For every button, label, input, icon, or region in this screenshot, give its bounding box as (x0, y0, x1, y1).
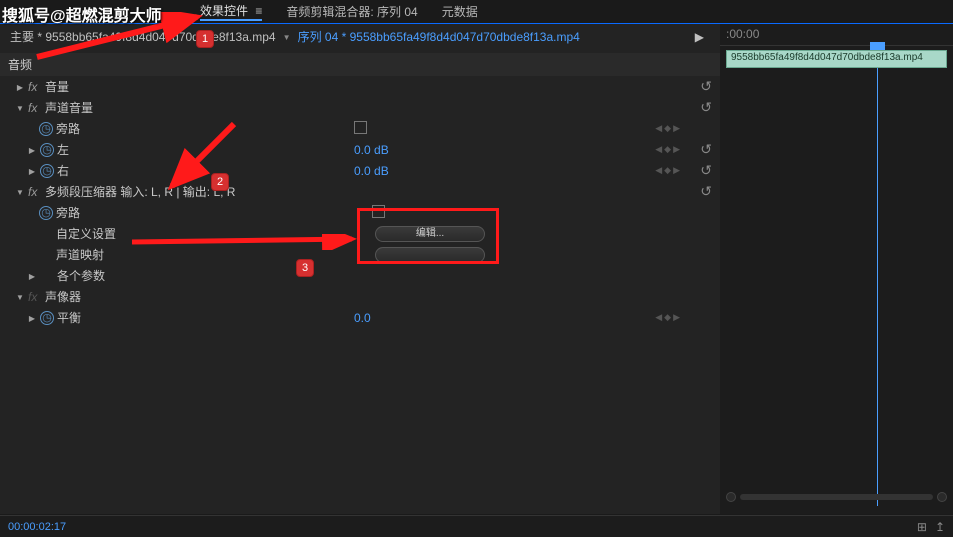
fx-channel-volume-row[interactable]: fx声道音量 (0, 97, 720, 118)
chevron-icon[interactable] (27, 145, 37, 155)
breadcrumb-main: 主要 * 9558bb65fa49f8d4d047d70dbde8f13a.mp… (10, 28, 276, 45)
fx-panner-row[interactable]: fx声像器 (0, 286, 720, 307)
chevron-icon[interactable] (15, 82, 25, 92)
timecode-display[interactable]: 00:00:02:17 (8, 521, 66, 533)
stopwatch-icon[interactable] (40, 164, 54, 178)
chevron-icon[interactable] (27, 271, 37, 281)
fx-icon[interactable]: fx (28, 185, 42, 199)
balance-row[interactable]: 平衡 0.0 ◀◆▶ (0, 307, 720, 328)
stopwatch-icon[interactable] (39, 206, 53, 220)
mini-timeline-panel: :00:00 9558bb65fa49f8d4d047d70dbde8f13a.… (720, 24, 953, 514)
breadcrumb-chevron-icon[interactable] (282, 32, 292, 42)
timeline-scrollbar[interactable] (740, 494, 933, 500)
chevron-icon[interactable] (27, 166, 37, 176)
play-indicator-icon[interactable]: ▶ (695, 30, 704, 44)
custom-setup-row[interactable]: 自定义设置 编辑... (0, 223, 720, 244)
balance-value[interactable]: 0.0 (354, 311, 371, 325)
playhead-line (877, 46, 878, 506)
breadcrumb-sequence[interactable]: 序列 04 * 9558bb65fa49f8d4d047d70dbde8f13a… (298, 28, 580, 45)
keyframe-controls[interactable]: ◀◆▶ (655, 312, 680, 323)
stopwatch-icon[interactable] (39, 122, 53, 136)
stopwatch-icon[interactable] (40, 143, 54, 157)
left-channel-row[interactable]: 左 0.0 dB ◀◆▶ (0, 139, 720, 160)
channel-map-row[interactable]: 声道映射 (0, 244, 720, 265)
bypass-checkbox[interactable] (372, 205, 385, 221)
fx-icon[interactable]: fx (28, 80, 42, 94)
right-channel-row[interactable]: 右 0.0 dB ◀◆▶ (0, 160, 720, 181)
tab-effect-controls[interactable]: 效果控件 ≡ (200, 2, 262, 21)
zoom-out-handle[interactable] (726, 492, 736, 502)
tab-metadata[interactable]: 元数据 (442, 3, 478, 20)
zoom-in-handle[interactable] (937, 492, 947, 502)
chevron-icon[interactable] (15, 292, 25, 302)
params-row[interactable]: 各个参数 (0, 265, 720, 286)
remap-button[interactable] (375, 247, 485, 263)
fx-multiband-row[interactable]: fx多频段压缩器 输入: L, R | 输出: L, R (0, 181, 720, 202)
chevron-icon[interactable] (15, 103, 25, 113)
clip-breadcrumb: 主要 * 9558bb65fa49f8d4d047d70dbde8f13a.mp… (0, 24, 720, 49)
chevron-icon[interactable] (15, 187, 25, 197)
keyframe-controls[interactable]: ◀◆▶ (655, 144, 680, 155)
tab-audio-mixer[interactable]: 音频剪辑混合器: 序列 04 (286, 3, 417, 20)
export-icon[interactable]: ↥ (935, 520, 945, 534)
reset-icon[interactable] (700, 78, 712, 95)
panel-menu-icon[interactable]: ≡ (255, 4, 262, 18)
multiband-bypass-row[interactable]: 旁路 (0, 202, 720, 223)
chevron-icon[interactable] (27, 313, 37, 323)
fx-volume-row[interactable]: fx音量 (0, 76, 720, 97)
reset-icon[interactable] (700, 141, 712, 158)
timeline-ruler[interactable]: :00:00 (720, 24, 953, 46)
bypass-row[interactable]: 旁路 ◀◆▶ (0, 118, 720, 139)
right-value[interactable]: 0.0 dB (354, 164, 389, 178)
keyframe-controls[interactable]: ◀◆▶ (655, 165, 680, 176)
fx-icon: fx (28, 290, 42, 304)
audio-section-header: 音频 (0, 53, 720, 76)
left-value[interactable]: 0.0 dB (354, 143, 389, 157)
bypass-checkbox[interactable] (354, 121, 367, 137)
stopwatch-icon[interactable] (40, 311, 54, 325)
fx-icon[interactable]: fx (28, 101, 42, 115)
toggle-icon[interactable]: ⊞ (917, 520, 927, 534)
effect-controls-panel: 主要 * 9558bb65fa49f8d4d047d70dbde8f13a.mp… (0, 24, 720, 514)
reset-icon[interactable] (700, 162, 712, 179)
panel-tabs: 效果控件 ≡ 音频剪辑混合器: 序列 04 元数据 (0, 0, 953, 24)
reset-icon[interactable] (700, 99, 712, 116)
timeline-clip[interactable]: 9558bb65fa49f8d4d047d70dbde8f13a.mp4 (726, 50, 947, 68)
footer-bar: 00:00:02:17 ⊞ ↥ (0, 515, 953, 537)
edit-button[interactable]: 编辑... (375, 226, 485, 242)
keyframe-controls[interactable]: ◀◆▶ (655, 123, 680, 134)
reset-icon[interactable] (700, 183, 712, 200)
